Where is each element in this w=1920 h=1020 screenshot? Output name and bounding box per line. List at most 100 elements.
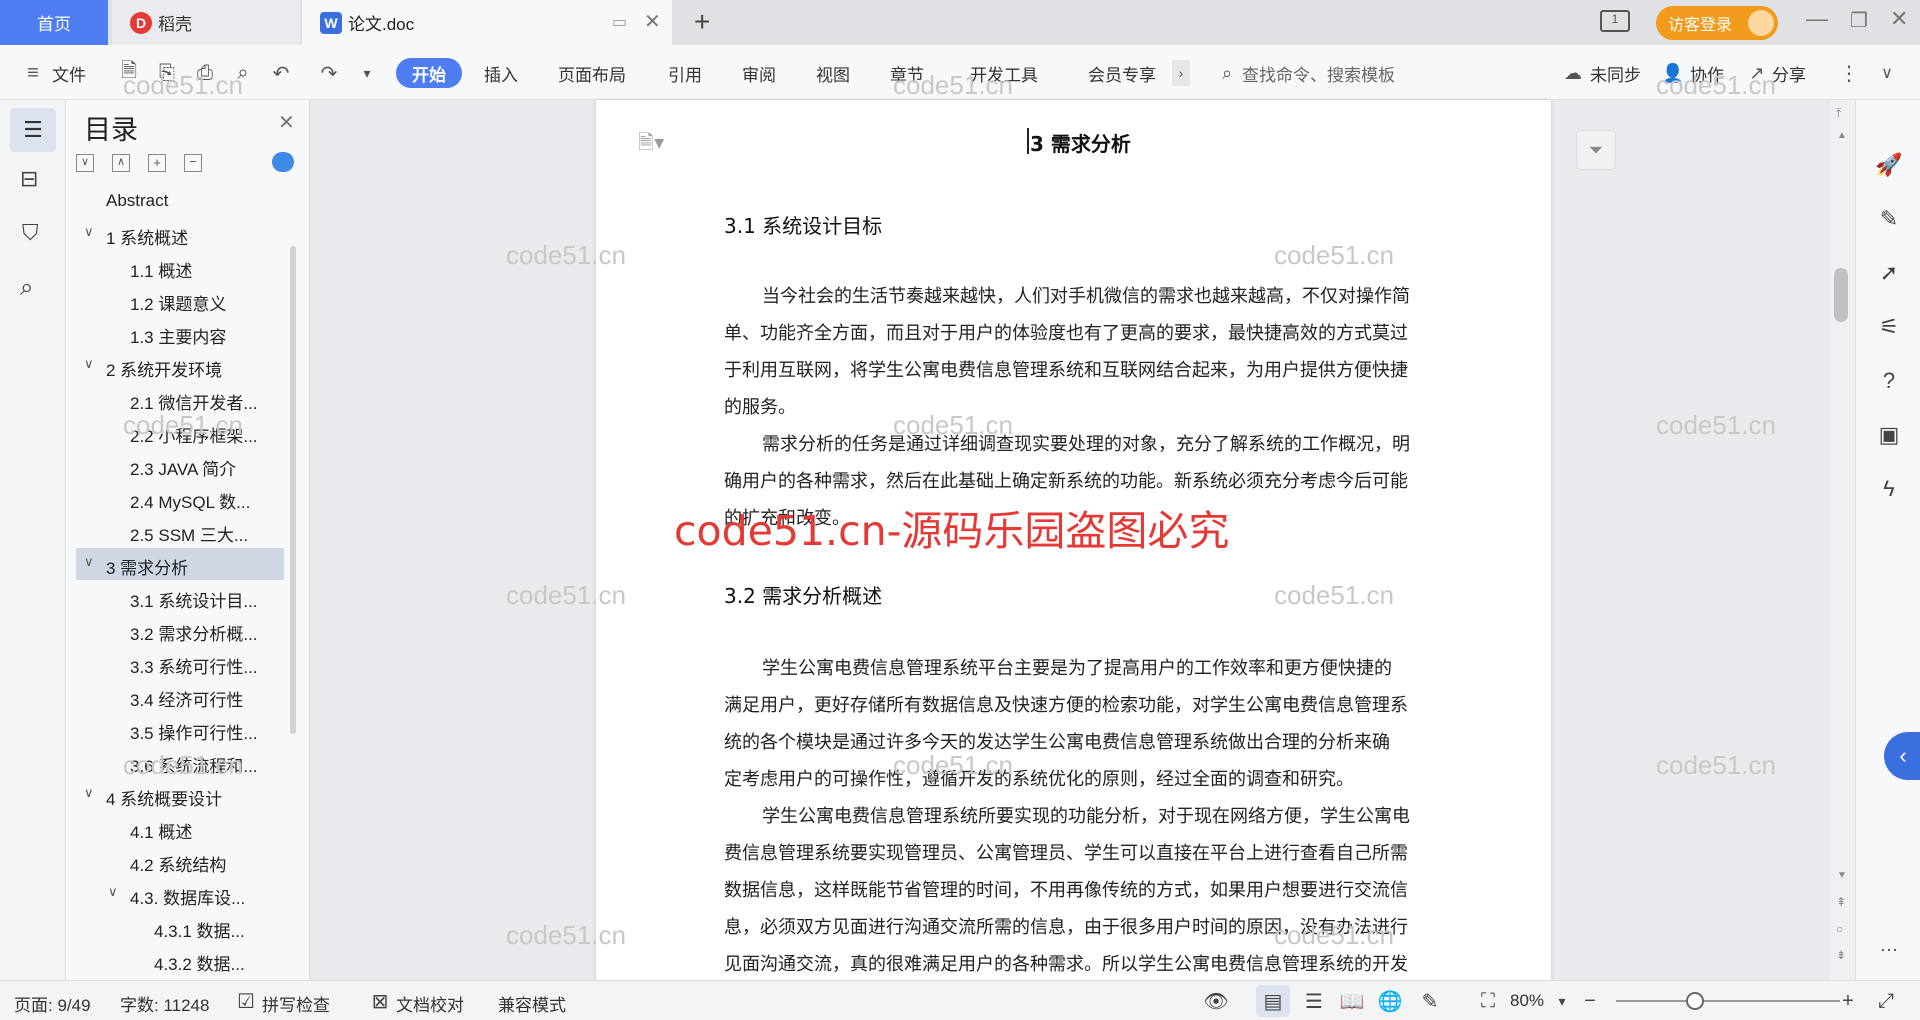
- menu-references[interactable]: 引用: [668, 61, 702, 86]
- smart-toc-icon[interactable]: [272, 152, 294, 172]
- scroll-down-icon[interactable]: ▼: [1837, 870, 1847, 881]
- search-nav-icon[interactable]: ⌕: [20, 274, 33, 302]
- tab-document[interactable]: W 论文.doc ▭ ✕: [302, 0, 672, 45]
- page-indicator[interactable]: 页面: 9/49: [14, 991, 91, 1016]
- layout-icon[interactable]: 1: [1600, 10, 1630, 32]
- toc-item[interactable]: 2 系统开发环境: [106, 356, 222, 381]
- restore-icon[interactable]: ❐: [1850, 8, 1868, 33]
- chevron-down-icon[interactable]: ∨: [108, 884, 118, 900]
- toc-item[interactable]: 3.5 操作可行性...: [130, 719, 258, 744]
- outline-view-icon[interactable]: ☰: [1302, 989, 1326, 1013]
- toc-nav-icon[interactable]: ☰: [10, 108, 56, 152]
- toc-item[interactable]: 3.4 经济可行性: [130, 686, 243, 711]
- file-menu[interactable]: 文件: [52, 61, 86, 86]
- toc-item[interactable]: 4.3.2 数据...: [154, 950, 245, 975]
- next-page-icon[interactable]: ⇟: [1836, 948, 1846, 962]
- undo-icon[interactable]: ↶: [268, 60, 294, 86]
- bookmark-nav-icon[interactable]: ⛉: [22, 220, 39, 246]
- expand-icon[interactable]: ∨: [76, 154, 94, 172]
- menu-view[interactable]: 视图: [816, 61, 850, 86]
- more-dots-icon[interactable]: ···: [1876, 936, 1902, 962]
- expand-panel-button[interactable]: ‹: [1884, 732, 1920, 780]
- filter-icon[interactable]: ⏷: [1576, 130, 1616, 170]
- add-level-icon[interactable]: +: [148, 154, 166, 172]
- chevron-down-icon[interactable]: ∨: [84, 356, 94, 372]
- command-search-input[interactable]: 查找命令、搜索模板: [1242, 61, 1395, 86]
- fullscreen-icon[interactable]: ⤢: [1874, 989, 1898, 1013]
- login-button[interactable]: 访客登录: [1656, 6, 1778, 40]
- hamburger-icon[interactable]: ≡: [20, 60, 46, 86]
- redo-icon[interactable]: ↷: [316, 60, 342, 86]
- page-icon[interactable]: 🗎▾: [638, 128, 664, 162]
- toc-item[interactable]: 1 系统概述: [106, 224, 188, 249]
- eye-icon[interactable]: 👁: [1203, 989, 1228, 1013]
- select-browse-icon[interactable]: ○: [1836, 922, 1843, 936]
- web-view-icon[interactable]: 🌐: [1378, 989, 1403, 1013]
- zoom-out-icon[interactable]: −: [1578, 989, 1602, 1013]
- toc-item[interactable]: 4.3. 数据库设...: [130, 884, 245, 909]
- menu-page-layout[interactable]: 页面布局: [558, 61, 626, 86]
- zoom-dropdown-icon[interactable]: ▾: [1550, 989, 1574, 1013]
- toc-item[interactable]: 2.5 SSM 三大...: [130, 521, 248, 546]
- minimize-icon[interactable]: —: [1806, 6, 1828, 32]
- toc-item[interactable]: 3.2 需求分析概...: [130, 620, 258, 645]
- prev-page-icon[interactable]: ⇞: [1836, 895, 1846, 909]
- close-tab-icon[interactable]: ✕: [644, 9, 661, 34]
- toc-item[interactable]: 4.1 概述: [130, 818, 192, 843]
- bolt-icon[interactable]: ϟ: [1876, 476, 1902, 502]
- scroll-top-icon[interactable]: ⤒: [1836, 106, 1841, 121]
- zoom-slider[interactable]: [1616, 1000, 1840, 1002]
- fit-page-icon[interactable]: ⛶: [1476, 989, 1500, 1013]
- toc-item[interactable]: 1.1 概述: [130, 257, 192, 282]
- reading-view-icon[interactable]: 📖: [1340, 989, 1365, 1013]
- toc-item[interactable]: 2.3 JAVA 简介: [130, 455, 236, 480]
- toc-item[interactable]: 2.4 MySQL 数...: [130, 488, 250, 513]
- chevron-down-icon[interactable]: ∨: [84, 224, 94, 240]
- cursor-icon[interactable]: ➚: [1876, 260, 1902, 286]
- outline-nav-icon[interactable]: ⊟: [20, 166, 38, 192]
- help-icon[interactable]: ?: [1876, 368, 1902, 394]
- close-toc-icon[interactable]: ✕: [278, 110, 295, 135]
- collapse-ribbon-icon[interactable]: ∨: [1874, 60, 1900, 86]
- toc-scrollbar[interactable]: [290, 246, 296, 734]
- close-window-icon[interactable]: ✕: [1890, 6, 1908, 32]
- zoom-level[interactable]: 80%: [1510, 991, 1544, 1011]
- collapse-icon[interactable]: ∧: [112, 154, 130, 172]
- menu-more-icon[interactable]: ›: [1172, 60, 1190, 86]
- proofread-button[interactable]: 文档校对: [396, 991, 464, 1016]
- toc-item[interactable]: 4.2 系统结构: [130, 851, 226, 876]
- toc-item[interactable]: 3.1 系统设计目...: [130, 587, 258, 612]
- scrollbar-thumb[interactable]: [1834, 268, 1848, 322]
- chevron-down-icon[interactable]: ∨: [84, 554, 94, 570]
- word-count[interactable]: 字数: 11248: [120, 991, 209, 1016]
- monitor-icon[interactable]: ▭: [612, 12, 627, 32]
- menu-review[interactable]: 审阅: [742, 61, 776, 86]
- sliders-icon[interactable]: ⚟: [1876, 314, 1902, 340]
- menu-start[interactable]: 开始: [396, 58, 462, 88]
- write-view-icon[interactable]: ✎: [1418, 989, 1442, 1013]
- sync-button[interactable]: 未同步: [1590, 61, 1641, 86]
- toc-item[interactable]: 1.2 课题意义: [130, 290, 226, 315]
- vertical-scrollbar[interactable]: ⤒ ▲ ▼ ⇞ ○ ⇟: [1830, 100, 1855, 980]
- toc-item[interactable]: 4.3.1 数据...: [154, 917, 245, 942]
- toc-item[interactable]: Abstract: [106, 191, 168, 211]
- toc-item[interactable]: 1.3 主要内容: [130, 323, 226, 348]
- page-view-icon[interactable]: ▤: [1261, 989, 1285, 1013]
- new-tab-button[interactable]: +: [694, 6, 710, 38]
- chevron-down-icon[interactable]: ∨: [84, 785, 94, 801]
- more-quick-icon[interactable]: ▾: [354, 60, 380, 86]
- toc-item-selected[interactable]: 3 需求分析: [106, 554, 188, 579]
- remove-level-icon[interactable]: −: [184, 154, 202, 172]
- toc-item[interactable]: 4 系统概要设计: [106, 785, 222, 810]
- rocket-icon[interactable]: 🚀: [1875, 152, 1902, 178]
- toc-item[interactable]: 3.3 系统可行性...: [130, 653, 258, 678]
- share-button[interactable]: 分享: [1772, 61, 1806, 86]
- tab-daoke[interactable]: D 稻壳: [112, 0, 300, 45]
- menu-insert[interactable]: 插入: [484, 61, 518, 86]
- tab-home[interactable]: 首页: [0, 0, 108, 45]
- scroll-up-icon[interactable]: ▲: [1837, 130, 1847, 141]
- zoom-slider-thumb[interactable]: [1686, 992, 1704, 1010]
- more-options-icon[interactable]: ⋮: [1836, 60, 1862, 86]
- spellcheck-button[interactable]: 拼写检查: [262, 991, 330, 1016]
- pen-icon[interactable]: ✎: [1876, 206, 1902, 232]
